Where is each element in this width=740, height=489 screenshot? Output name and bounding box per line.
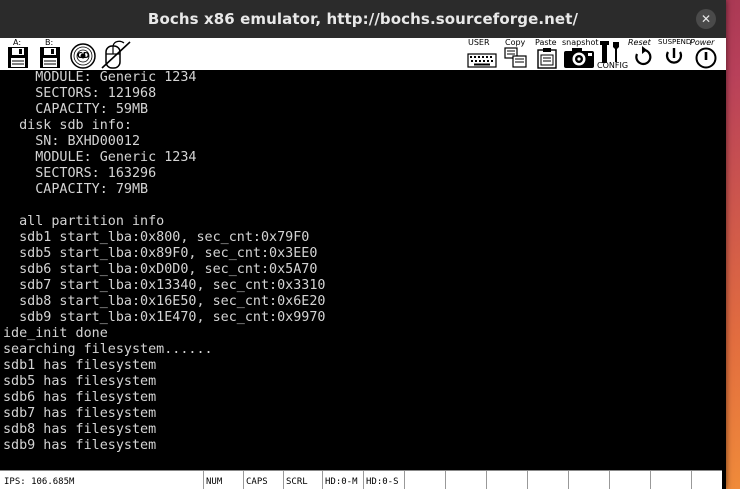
suspend-button[interactable]: SUSPEND [658,38,691,70]
close-button[interactable]: ✕ [696,9,716,29]
status-slot [486,471,527,489]
console-line: MODULE: Generic 1234 [3,150,197,165]
reset-icon [635,46,652,66]
status-slot [568,471,609,489]
console-screen[interactable]: MODULE: Generic 1234 SECTORS: 121968 CAP… [0,70,722,468]
copy-icon [504,47,527,68]
console-line: ide_init done [3,326,108,341]
mouse-icon [101,40,131,69]
console-line: sdb8 has filesystem [3,422,157,437]
reset-button[interactable]: Reset [628,38,658,70]
status-hd0-slave: HD:0-S [363,471,404,489]
console-line: sdb5 has filesystem [3,374,157,389]
console-line: CAPACITY: 59MB [3,102,149,117]
window-title: Bochs x86 emulator, http://bochs.sourcef… [147,10,579,28]
status-hd0-master: HD:0-M [322,471,363,489]
console-line: sdb9 has filesystem [3,438,157,453]
floppy-b-button[interactable]: B: [36,38,64,70]
console-line: sdb1 has filesystem [3,358,157,373]
console-line: SECTORS: 121968 [3,86,157,101]
console-line: sdb5 start_lba:0x89F0, sec_cnt:0x3EE0 [3,246,318,261]
config-label: CONFIG [597,61,629,70]
power-button[interactable]: Power [690,38,724,70]
floppy-b-icon [40,47,60,68]
title-bar[interactable]: Bochs x86 emulator, http://bochs.sourcef… [0,0,726,38]
console-line: SN: BXHD00012 [3,134,141,149]
paste-icon [537,48,557,69]
console-line: sdb6 start_lba:0xD0D0, sec_cnt:0x5A70 [3,262,318,277]
console-line: sdb8 start_lba:0x16E50, sec_cnt:0x6E20 [3,294,326,309]
floppy-a-button[interactable]: A: [4,38,32,70]
status-caps: CAPS [243,471,282,489]
suspend-icon [665,48,683,64]
status-scrl: SCRL [283,471,322,489]
cdrom-button[interactable]: CD [68,38,98,70]
status-slot [609,471,650,489]
console-line: CAPACITY: 79MB [3,182,149,197]
copy-button[interactable]: Copy [502,38,530,70]
user-button[interactable]: USER [466,38,498,70]
status-bar: IPS: 106.685M NUM CAPS SCRL HD:0-M HD:0-… [0,470,722,489]
console-line: sdb1 start_lba:0x800, sec_cnt:0x79F0 [3,230,310,245]
console-line: sdb7 has filesystem [3,406,157,421]
snapshot-button[interactable]: snapshot [562,38,599,70]
status-ips: IPS: 106.685M [4,477,75,487]
config-button[interactable]: CONFIG [597,38,629,70]
console-line: searching filesystem...... [3,342,213,357]
mouse-capture-button[interactable] [100,38,132,70]
paste-button[interactable]: Paste [533,38,561,70]
status-slot [650,471,691,489]
cdrom-label: CD [77,51,90,60]
console-line: sdb6 has filesystem [3,390,157,405]
console-line: sdb9 start_lba:0x1E470, sec_cnt:0x9970 [3,310,326,325]
power-icon [695,47,717,69]
keyboard-icon [467,53,497,68]
console-line: all partition info [3,214,165,229]
status-slot [691,471,722,489]
status-num: NUM [203,471,242,489]
console-line: MODULE: Generic 1234 [3,70,197,85]
console-line: SECTORS: 163296 [3,166,157,181]
bochs-window: Bochs x86 emulator, http://bochs.sourcef… [0,0,726,489]
close-icon: ✕ [700,12,712,26]
status-slot [445,471,486,489]
console-line: sdb7 start_lba:0x13340, sec_cnt:0x3310 [3,278,326,293]
status-slot [527,471,568,489]
console-line: disk sdb info: [3,118,132,133]
floppy-a-icon [8,47,28,68]
camera-icon [564,48,594,68]
status-slot [404,471,445,489]
toolbar: A: B: CD USER Copy Paste snapshot CONFIG… [0,38,726,70]
